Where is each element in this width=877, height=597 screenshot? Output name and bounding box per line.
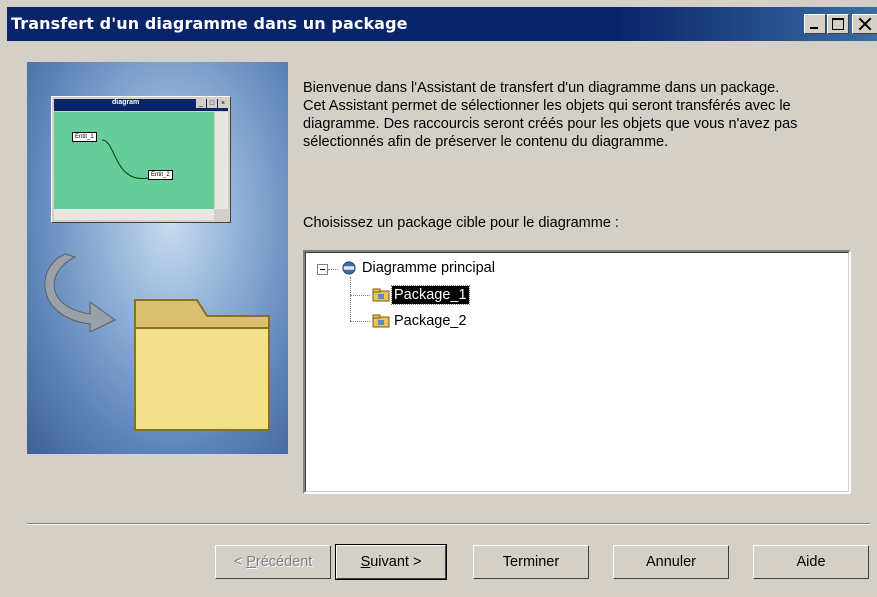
previous-button[interactable]: < Précédent [215,545,331,579]
tree-root-label[interactable]: Diagramme principal [360,259,497,277]
previous-prefix: < [233,554,247,570]
previous-rest: récédent [255,554,313,570]
package-tree[interactable]: Diagramme principal Package_1 Package_2 [303,250,851,494]
mini-window-title: diagram [112,99,140,106]
next-button[interactable]: Suivant > [335,544,447,580]
minimize-button[interactable] [804,14,826,34]
finish-button[interactable]: Terminer [473,545,589,579]
package-icon [372,288,390,302]
tree-item-package-2[interactable]: Package_2 [392,312,469,330]
intro-description: Cet Assistant permet de sélectionner les… [303,98,798,150]
intro-welcome: Bienvenue dans l'Assistant de transfert … [303,80,780,96]
diagram-icon [342,261,356,275]
mini-diagram-window: diagram _ □ × Entit_1 Entit_2 [51,96,231,223]
close-button[interactable] [852,14,877,34]
mini-vertical-scrollbar [215,112,228,209]
collapse-icon[interactable] [317,264,328,275]
tree-item-package-1[interactable]: Package_1 [391,285,470,305]
mini-horizontal-scrollbar [54,209,214,220]
maximize-button[interactable] [827,14,849,34]
next-rest: uivant > [370,554,422,570]
help-button[interactable]: Aide [753,545,869,579]
folder-icon [134,299,270,431]
wizard-illustration: diagram _ □ × Entit_1 Entit_2 [27,62,288,454]
tree-connector [328,269,338,270]
title-bar[interactable]: Transfert d'un diagramme dans un package [7,7,877,41]
tree-connector [350,295,370,296]
package-tree-inner: Diagramme principal Package_1 Package_2 [305,252,849,492]
mini-diagram-canvas: Entit_1 Entit_2 [54,112,214,209]
tree-connector [350,321,370,322]
next-accel: S [360,554,371,570]
choose-package-label: Choisissez un package cible pour le diag… [303,215,619,231]
wizard-window: Transfert d'un diagramme dans un package… [0,0,877,597]
button-separator [27,523,870,525]
cancel-button[interactable]: Annuler [613,545,729,579]
tree-connector [350,277,351,321]
intro-text: Bienvenue dans l'Assistant de transfert … [303,79,823,151]
window-title: Transfert d'un diagramme dans un package [11,14,408,33]
mini-link-line [101,139,149,179]
mini-window-controls: _ □ × [195,99,228,108]
package-icon [372,314,390,328]
previous-accel: P [246,554,256,570]
